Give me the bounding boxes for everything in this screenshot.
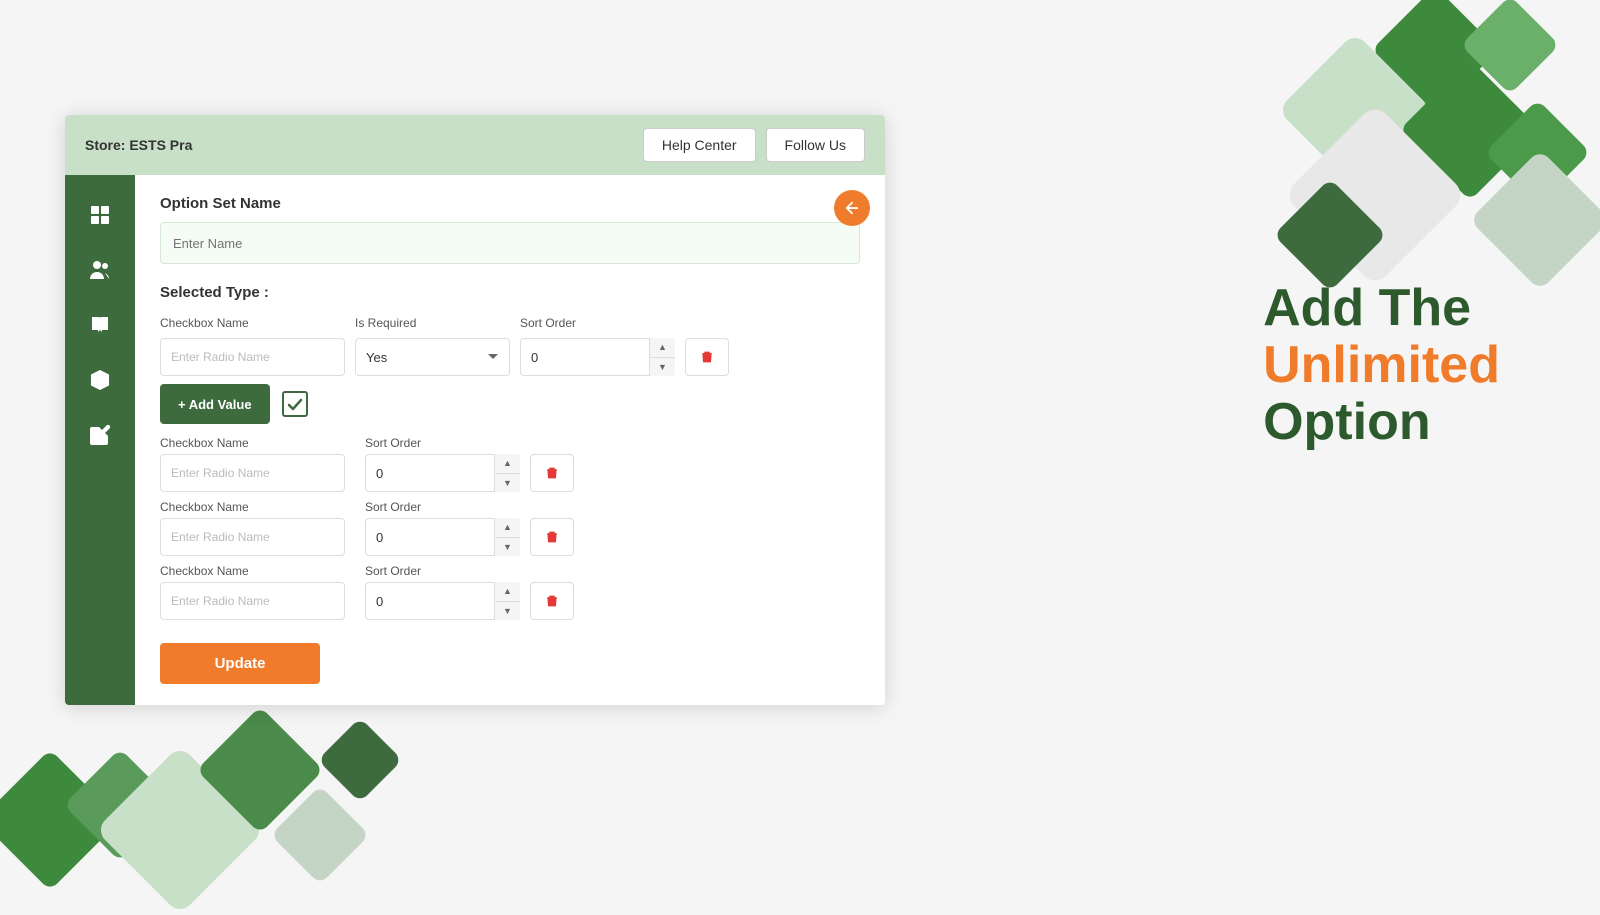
delete-button-main[interactable] <box>685 338 729 376</box>
box-icon <box>88 368 112 392</box>
main-content: Option Set Name Selected Type : Checkbox… <box>135 175 885 705</box>
header-buttons: Help Center Follow Us <box>643 128 865 162</box>
sidebar-item-dashboard[interactable] <box>75 190 125 240</box>
app-window: Store: ESTS Pra Help Center Follow Us <box>65 115 885 705</box>
selected-type-label: Selected Type : <box>160 284 860 301</box>
add-value-row: + Add Value <box>160 384 860 424</box>
sidebar-item-products[interactable] <box>75 355 125 405</box>
arrow-left-icon <box>843 199 861 217</box>
add-value-button[interactable]: + Add Value <box>160 384 270 424</box>
trash-icon-3 <box>544 593 560 609</box>
increment-btn[interactable]: ▲ <box>650 338 675 358</box>
delete-btn-1[interactable] <box>530 454 574 492</box>
checkbox-tick[interactable] <box>282 391 308 417</box>
checkmark-icon <box>287 396 303 412</box>
arrows-1: ▲ ▼ <box>494 454 520 492</box>
app-body: Option Set Name Selected Type : Checkbox… <box>65 175 885 705</box>
checkbox-name-input-3[interactable] <box>160 582 345 620</box>
sidebar-item-catalog[interactable] <box>75 300 125 350</box>
sort-order-label-1: Sort Order <box>365 436 520 450</box>
trash-icon <box>699 349 715 365</box>
delete-btn-3[interactable] <box>530 582 574 620</box>
marketing-area: Add The Unlimited Option <box>1263 280 1500 452</box>
update-button[interactable]: Update <box>160 643 320 684</box>
users-icon <box>88 258 112 282</box>
radio-name-input[interactable] <box>160 338 345 376</box>
main-form-row: Yes No ▲ ▼ <box>160 338 860 376</box>
back-button[interactable] <box>834 190 870 226</box>
checkbox-name-label-1: Checkbox Name <box>160 436 345 450</box>
inc-2[interactable]: ▲ <box>495 518 520 538</box>
dec-2[interactable]: ▼ <box>495 538 520 557</box>
inc-1[interactable]: ▲ <box>495 454 520 474</box>
sort-order-label-3: Sort Order <box>365 564 520 578</box>
delete-btn-2[interactable] <box>530 518 574 556</box>
dec-3[interactable]: ▼ <box>495 602 520 621</box>
checkbox-name-label-2: Checkbox Name <box>160 500 345 514</box>
trash-icon-2 <box>544 529 560 545</box>
is-required-select[interactable]: Yes No <box>355 338 510 376</box>
checkbox-name-label-3: Checkbox Name <box>160 564 345 578</box>
sort-wrap-1: ▲ ▼ <box>365 454 520 492</box>
option-set-name-input[interactable] <box>160 222 860 264</box>
inc-3[interactable]: ▲ <box>495 582 520 602</box>
marketing-line1: Add The <box>1263 279 1471 337</box>
sidebar-item-users[interactable] <box>75 245 125 295</box>
sort-order-wrap: ▲ ▼ <box>520 338 675 376</box>
sidebar <box>65 175 135 705</box>
help-center-button[interactable]: Help Center <box>643 128 756 162</box>
store-label: Store: ESTS Pra <box>85 137 192 153</box>
marketing-line3: Option <box>1263 393 1431 451</box>
arrows-3: ▲ ▼ <box>494 582 520 620</box>
marketing-line2: Unlimited <box>1263 337 1500 394</box>
sort-wrap-2: ▲ ▼ <box>365 518 520 556</box>
checkbox-name-input-2[interactable] <box>160 518 345 556</box>
app-header: Store: ESTS Pra Help Center Follow Us <box>65 115 885 175</box>
option-set-name-label: Option Set Name <box>160 195 860 212</box>
checkbox-row-3: Checkbox Name Sort Order ▲ ▼ <box>160 564 860 620</box>
trash-icon-1 <box>544 465 560 481</box>
sort-wrap-3: ▲ ▼ <box>365 582 520 620</box>
follow-us-button[interactable]: Follow Us <box>766 128 865 162</box>
edit-icon <box>88 423 112 447</box>
checkbox-row-2: Checkbox Name Sort Order ▲ ▼ <box>160 500 860 556</box>
store-prefix: Store: <box>85 137 125 153</box>
sort-order-label-2: Sort Order <box>365 500 520 514</box>
marketing-title: Add The Unlimited Option <box>1263 280 1500 452</box>
checkbox-name-header: Checkbox Name <box>160 316 345 330</box>
sidebar-item-orders[interactable] <box>75 410 125 460</box>
checkbox-name-input-1[interactable] <box>160 454 345 492</box>
decrement-btn[interactable]: ▼ <box>650 358 675 377</box>
is-required-header: Is Required <box>355 316 510 330</box>
store-name: ESTS Pra <box>129 137 192 153</box>
dec-1[interactable]: ▼ <box>495 474 520 493</box>
number-arrows: ▲ ▼ <box>649 338 675 376</box>
form-headers: Checkbox Name Is Required Sort Order <box>160 316 860 330</box>
book-icon <box>88 313 112 337</box>
sort-order-header: Sort Order <box>520 316 675 330</box>
grid-icon <box>88 203 112 227</box>
arrows-2: ▲ ▼ <box>494 518 520 556</box>
checkbox-row-1: Checkbox Name Sort Order ▲ ▼ <box>160 436 860 492</box>
